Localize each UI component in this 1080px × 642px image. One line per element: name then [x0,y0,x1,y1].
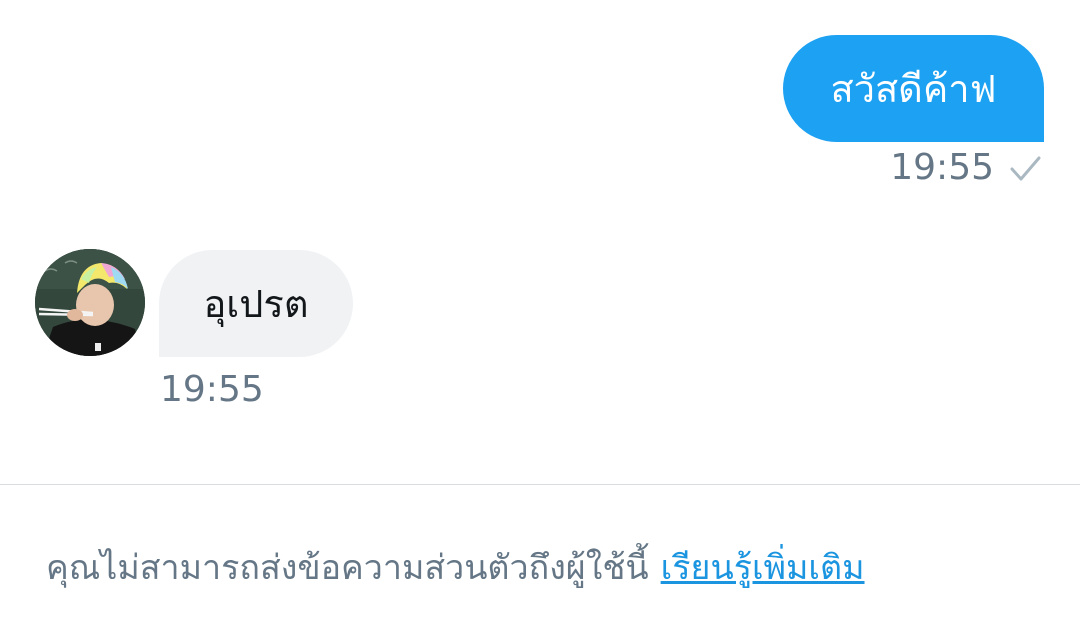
incoming-message-bubble[interactable]: อุเปรต [159,250,353,357]
outgoing-message-time: 19:55 [890,147,994,188]
incoming-message-time: 19:55 [160,369,264,410]
outgoing-message-text: สวัสดีค้าฟ [830,66,997,111]
dm-conversation: สวัสดีค้าฟ 19:55 อุเปรต 19:55 คุณไม่สามา… [0,0,1080,642]
dm-restriction-notice: คุณไม่สามารถส่งข้อความส่วนตัวถึงผู้ใช้นี… [46,548,865,589]
outgoing-message-meta: 19:55 [890,150,1042,186]
notice-text: คุณไม่สามารถส่งข้อความส่วนตัวถึงผู้ใช้นี… [46,548,649,588]
divider [0,484,1080,485]
check-icon [1008,151,1042,185]
incoming-message-text: อุเปรต [203,281,309,326]
outgoing-message-bubble[interactable]: สวัสดีค้าฟ [783,35,1044,142]
avatar[interactable] [35,249,145,356]
learn-more-link[interactable]: เรียนรู้เพิ่มเติม [661,548,865,588]
